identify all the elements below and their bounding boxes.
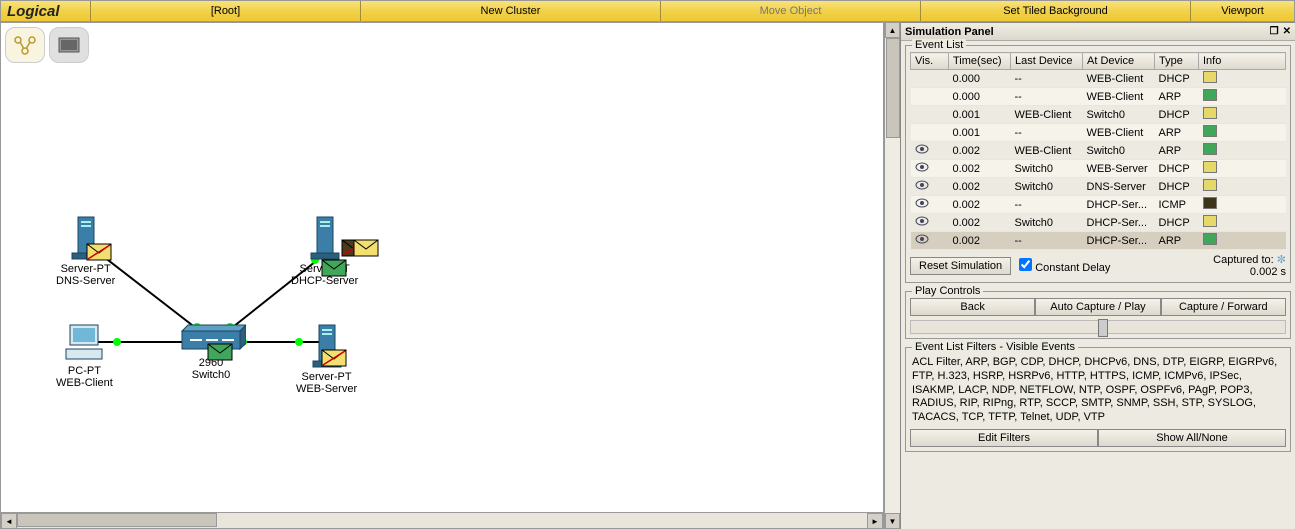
scroll-down-button[interactable]: ▼: [885, 513, 900, 529]
pdu-color-swatch: [1203, 161, 1217, 173]
pdu-color-swatch: [1203, 215, 1217, 227]
node-label: Server-PT: [302, 371, 352, 383]
logical-tab[interactable]: Logical: [1, 1, 91, 21]
eye-icon: [915, 198, 929, 208]
col-last[interactable]: Last Device: [1011, 53, 1083, 70]
scroll-thumb[interactable]: [17, 513, 217, 527]
capture-forward-button[interactable]: Capture / Forward: [1161, 298, 1286, 316]
col-at[interactable]: At Device: [1083, 53, 1155, 70]
event-row[interactable]: 0.002Switch0WEB-ServerDHCP: [911, 160, 1286, 178]
pdu-color-swatch: [1203, 71, 1217, 83]
event-list-group: Event List Vis. Time(sec) Last Device At…: [905, 45, 1291, 283]
eye-icon: [915, 162, 929, 172]
captured-to-label: Captured to: ✼ 0.002 s: [1213, 254, 1286, 278]
pdu-color-swatch: [1203, 125, 1217, 137]
snowflake-icon: ✼: [1277, 254, 1286, 266]
col-time[interactable]: Time(sec): [949, 53, 1011, 70]
auto-capture-button[interactable]: Auto Capture / Play: [1035, 298, 1160, 316]
pdu-color-swatch: [1203, 179, 1217, 191]
event-list-table: Vis. Time(sec) Last Device At Device Typ…: [910, 52, 1286, 250]
play-controls-title: Play Controls: [912, 285, 983, 297]
pdu-envelope-icon[interactable]: [321, 349, 347, 367]
pdu-color-swatch: [1203, 197, 1217, 209]
link-status-dot: [113, 338, 121, 346]
show-all-none-button[interactable]: Show All/None: [1098, 429, 1286, 447]
scroll-up-button[interactable]: ▲: [885, 22, 900, 38]
event-list-filters-group: Event List Filters - Visible Events ACL …: [905, 347, 1291, 452]
play-speed-slider[interactable]: [910, 320, 1286, 334]
event-row[interactable]: 0.000--WEB-ClientDHCP: [911, 70, 1286, 88]
simulation-panel: Simulation Panel ❐ ✕ Event List Vis. Tim…: [900, 22, 1295, 529]
constant-delay-label: Constant Delay: [1035, 262, 1110, 274]
undock-icon[interactable]: ❐: [1270, 26, 1279, 37]
node-label: PC-PT: [68, 365, 101, 377]
reset-simulation-button[interactable]: Reset Simulation: [910, 257, 1011, 275]
slider-thumb[interactable]: [1098, 319, 1108, 337]
root-button[interactable]: [Root]: [91, 1, 361, 21]
node-label: WEB-Server: [296, 383, 357, 395]
col-type[interactable]: Type: [1155, 53, 1199, 70]
event-row[interactable]: 0.002--DHCP-Ser...ICMP: [911, 196, 1286, 214]
event-row[interactable]: 0.000--WEB-ClientARP: [911, 88, 1286, 106]
panel-title-text: Simulation Panel: [905, 26, 994, 38]
eye-icon: [915, 144, 929, 154]
scroll-left-button[interactable]: ◄: [1, 513, 17, 529]
pdu-envelope-icon[interactable]: [207, 343, 233, 361]
scroll-thumb[interactable]: [886, 38, 900, 138]
filters-text: ACL Filter, ARP, BGP, CDP, DHCP, DHCPv6,…: [910, 354, 1286, 427]
move-object-button: Move Object: [661, 1, 921, 21]
node-label: Switch0: [192, 369, 231, 381]
cluster-icon[interactable]: [49, 27, 89, 63]
node-label: WEB-Client: [56, 377, 113, 389]
logical-canvas[interactable]: Server-PTDNS-Server Server-PTDHCP-Server…: [0, 22, 884, 529]
event-row[interactable]: 0.002Switch0DHCP-Ser...DHCP: [911, 214, 1286, 232]
pdu-color-swatch: [1203, 143, 1217, 155]
pdu-envelope-icon[interactable]: [353, 239, 379, 257]
pdu-color-swatch: [1203, 89, 1217, 101]
event-row[interactable]: 0.002Switch0DNS-ServerDHCP: [911, 178, 1286, 196]
scroll-right-button[interactable]: ►: [867, 513, 883, 529]
back-button[interactable]: Back: [910, 298, 1035, 316]
filters-title: Event List Filters - Visible Events: [912, 341, 1078, 353]
eye-icon: [915, 180, 929, 190]
col-info[interactable]: Info: [1199, 53, 1286, 70]
node-label: Server-PT: [61, 263, 111, 275]
canvas-scrollbar[interactable]: ▲ ▼: [884, 22, 900, 529]
pdu-envelope-icon[interactable]: [86, 243, 112, 261]
viewport-button[interactable]: Viewport: [1191, 1, 1294, 21]
eye-icon: [915, 234, 929, 244]
set-tiled-background-button[interactable]: Set Tiled Background: [921, 1, 1191, 21]
event-list-title: Event List: [912, 39, 966, 51]
event-row[interactable]: 0.002--DHCP-Ser...ARP: [911, 232, 1286, 250]
event-row[interactable]: 0.001--WEB-ClientARP: [911, 124, 1286, 142]
new-cluster-button[interactable]: New Cluster: [361, 1, 661, 21]
pdu-envelope-icon[interactable]: [321, 259, 347, 277]
physical-view-icon[interactable]: [5, 27, 45, 63]
constant-delay-checkbox[interactable]: Constant Delay: [1019, 258, 1110, 274]
event-row[interactable]: 0.001WEB-ClientSwitch0DHCP: [911, 106, 1286, 124]
pdu-color-swatch: [1203, 107, 1217, 119]
close-icon[interactable]: ✕: [1283, 26, 1291, 37]
event-row[interactable]: 0.002WEB-ClientSwitch0ARP: [911, 142, 1286, 160]
col-vis[interactable]: Vis.: [911, 53, 949, 70]
eye-icon: [915, 216, 929, 226]
edit-filters-button[interactable]: Edit Filters: [910, 429, 1098, 447]
node-web-client[interactable]: PC-PTWEB-Client: [56, 323, 113, 389]
top-toolbar: Logical [Root] New Cluster Move Object S…: [0, 0, 1295, 22]
node-label: DNS-Server: [56, 275, 115, 287]
play-controls-group: Play Controls Back Auto Capture / Play C…: [905, 291, 1291, 339]
pdu-color-swatch: [1203, 233, 1217, 245]
